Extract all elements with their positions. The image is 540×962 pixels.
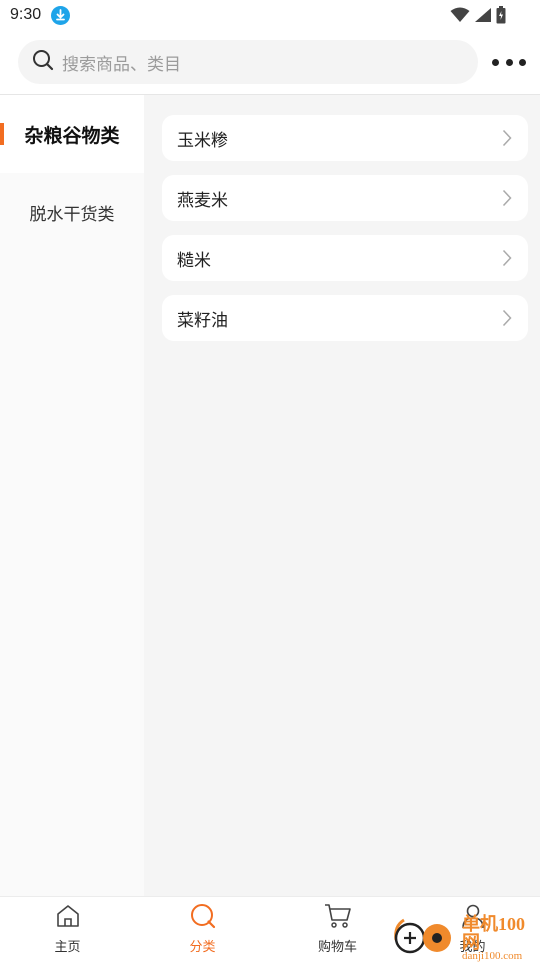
tab-label: 主页	[54, 940, 81, 955]
subcategory-item[interactable]: 糙米	[162, 235, 528, 281]
chevron-right-icon	[502, 249, 512, 272]
tab-category[interactable]: 分类	[135, 897, 270, 961]
status-icons	[450, 6, 506, 28]
wifi-icon	[450, 7, 470, 27]
download-icon	[51, 5, 71, 25]
subcategory-label: 菜籽油	[177, 310, 228, 331]
more-dot-icon	[492, 58, 499, 66]
sidebar-item-label: 脱水干货类	[29, 204, 115, 225]
subcategory-label: 燕麦米	[177, 190, 228, 211]
status-bar: 9:30	[0, 0, 540, 30]
status-time: 9:30	[10, 6, 42, 23]
sidebar-item-grains[interactable]: 杂粮谷物类	[0, 95, 144, 173]
subcategory-label: 糙米	[177, 250, 211, 271]
chevron-right-icon	[502, 309, 512, 332]
sidebar-item-dried-goods[interactable]: 脱水干货类	[0, 173, 144, 251]
watermark-text: 单机100网 danji100.com	[462, 915, 540, 962]
search-bar-row: 搜索商品、类目	[0, 30, 540, 94]
battery-icon	[496, 6, 506, 28]
category-sidebar: 杂粮谷物类 脱水干货类	[0, 95, 144, 896]
sidebar-item-label: 杂粮谷物类	[24, 124, 120, 147]
home-icon	[55, 903, 81, 933]
active-indicator	[0, 123, 4, 145]
tab-label: 分类	[189, 940, 216, 955]
chevron-right-icon	[502, 189, 512, 212]
search-circle-icon	[190, 903, 216, 933]
subcategory-item[interactable]: 菜籽油	[162, 295, 528, 341]
subcategory-label: 玉米糁	[177, 130, 228, 151]
search-input[interactable]: 搜索商品、类目	[18, 40, 478, 84]
more-dot-icon	[519, 58, 526, 66]
subcategory-list: 玉米糁 燕麦米 糙米 菜籽油	[144, 95, 540, 896]
subcategory-item[interactable]: 玉米糁	[162, 115, 528, 161]
cart-icon	[324, 903, 352, 933]
watermark-logo-icon	[390, 914, 456, 962]
search-icon	[32, 49, 54, 75]
signal-icon	[474, 7, 492, 27]
search-placeholder: 搜索商品、类目	[62, 54, 181, 75]
more-dot-icon	[505, 58, 513, 66]
tab-home[interactable]: 主页	[0, 897, 135, 961]
tab-cart[interactable]: 购物车	[270, 897, 405, 961]
watermark: 单机100网 danji100.com	[390, 914, 540, 962]
chevron-right-icon	[502, 129, 512, 152]
watermark-title: 单机100网	[462, 913, 525, 952]
more-options-button[interactable]	[492, 52, 526, 72]
subcategory-item[interactable]: 燕麦米	[162, 175, 528, 221]
tab-label: 购物车	[317, 940, 357, 955]
